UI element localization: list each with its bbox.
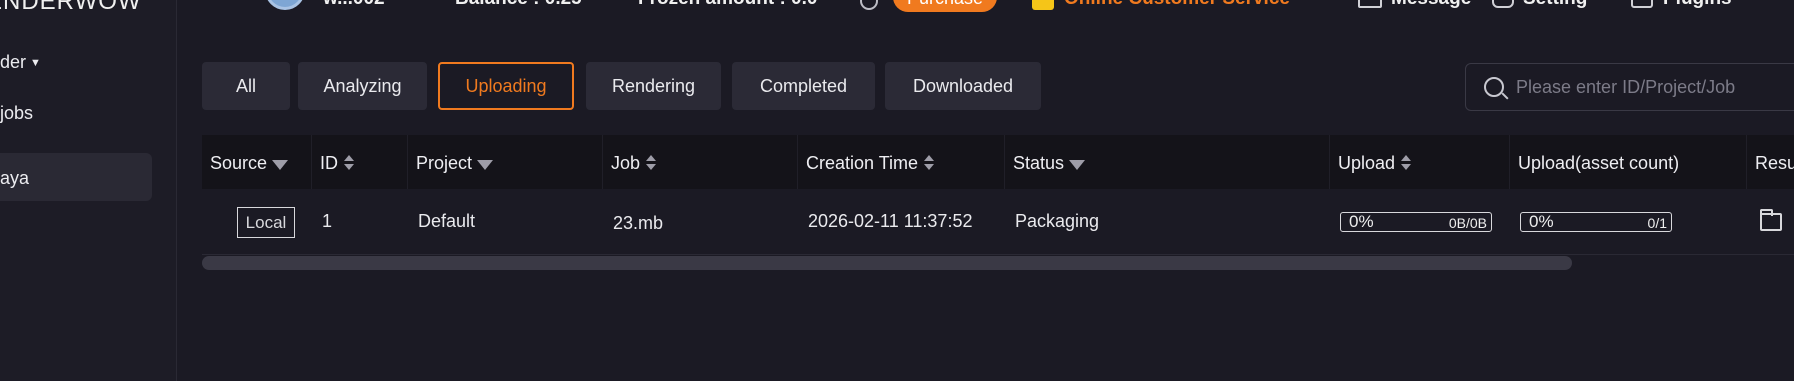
frozen-amount: Frozen amount : 0.0 [638, 0, 817, 10]
cell-job: 23.mb [613, 213, 664, 233]
progress-percent: 0% [1529, 212, 1554, 231]
column-label: Creation Time [806, 153, 919, 173]
column-id[interactable]: ID [312, 135, 408, 189]
search-input[interactable] [1516, 64, 1794, 110]
asset-progress-bar: 0% 0/1 [1520, 212, 1672, 232]
search-icon [1484, 77, 1504, 97]
cell-project: Default [418, 211, 476, 231]
cell-status: Packaging [1015, 211, 1100, 231]
sort-icon[interactable] [924, 155, 935, 171]
upload-progress-bar: 0% 0B/0B [1340, 212, 1492, 232]
source-badge: Local [237, 207, 295, 238]
tab-all[interactable]: All [202, 62, 290, 110]
message-link[interactable]: Message [1391, 0, 1471, 10]
sidebar-item-label: jobs [0, 103, 34, 123]
message-icon[interactable] [1358, 0, 1382, 8]
progress-size: 0B/0B [1448, 215, 1487, 231]
sort-icon[interactable] [646, 155, 657, 171]
tab-analyzing[interactable]: Analyzing [298, 62, 427, 110]
column-label: Source [210, 153, 268, 173]
filter-icon[interactable] [477, 160, 494, 170]
column-label: ID [320, 153, 338, 173]
horizontal-scrollbar[interactable] [202, 256, 1572, 270]
sidebar-item-label: der [0, 52, 27, 72]
avatar[interactable] [265, 0, 305, 10]
folder-icon[interactable] [1760, 209, 1782, 231]
sidebar-item-maya[interactable]: aya [0, 153, 152, 201]
column-upload[interactable]: Upload [1330, 135, 1510, 189]
sidebar-item-label: aya [0, 168, 30, 188]
sidebar-item-jobs[interactable]: jobs [0, 103, 33, 124]
column-job[interactable]: Job [603, 135, 798, 189]
progress-count: 0/1 [1647, 215, 1667, 231]
setting-icon[interactable] [1492, 0, 1514, 8]
cell-id: 1 [322, 211, 333, 231]
cell-creation-time: 2026-02-11 11:37:52 [808, 211, 973, 231]
search-box [1465, 63, 1794, 111]
plugins-icon[interactable] [1631, 0, 1653, 8]
gift-icon [1032, 0, 1054, 10]
column-upload-asset-count: Upload(asset count) [1510, 135, 1747, 189]
column-status[interactable]: Status [1005, 135, 1330, 189]
column-label: Resu [1755, 153, 1794, 173]
progress-percent: 0% [1349, 212, 1374, 231]
customer-service-link[interactable]: Online Customer Service [1064, 0, 1290, 10]
filter-icon[interactable] [1069, 160, 1086, 170]
logo: ENDERWOW [0, 0, 142, 15]
column-label: Upload [1338, 153, 1396, 173]
tab-downloaded[interactable]: Downloaded [885, 62, 1041, 110]
sidebar-item-folder[interactable]: der ▼ [0, 52, 41, 73]
tab-rendering[interactable]: Rendering [586, 62, 721, 110]
sort-icon[interactable] [344, 155, 354, 171]
column-project[interactable]: Project [408, 135, 603, 189]
sidebar: ENDERWOW der ▼ jobs aya [0, 0, 177, 381]
column-result: Resu [1747, 135, 1794, 189]
plugins-link[interactable]: Plugins [1663, 0, 1732, 10]
column-label: Project [416, 153, 473, 173]
sort-icon[interactable] [1401, 155, 1412, 171]
help-icon[interactable] [860, 0, 878, 10]
column-label: Status [1013, 153, 1065, 173]
purchase-button[interactable]: Purchase [893, 0, 998, 12]
column-label: Job [611, 153, 641, 173]
column-label: Upload(asset count) [1518, 153, 1680, 173]
setting-link[interactable]: Setting [1523, 0, 1587, 10]
balance: Balance : 0.25 [455, 0, 582, 10]
tab-completed[interactable]: Completed [732, 62, 875, 110]
table-row[interactable]: Local 1 Default 23.mb 2026-02-11 11:37:5… [202, 189, 1794, 255]
column-creation-time[interactable]: Creation Time [798, 135, 1005, 189]
filter-icon[interactable] [272, 160, 289, 170]
tab-uploading[interactable]: Uploading [438, 62, 574, 110]
username[interactable]: w...002 [323, 0, 385, 10]
table-header: Source ID Project Job Creation Time Stat… [202, 135, 1794, 189]
column-source[interactable]: Source [202, 135, 312, 189]
caret-down-icon: ▼ [30, 57, 41, 69]
top-bar: w...002 Balance : 0.25 Frozen amount : 0… [177, 0, 1794, 18]
